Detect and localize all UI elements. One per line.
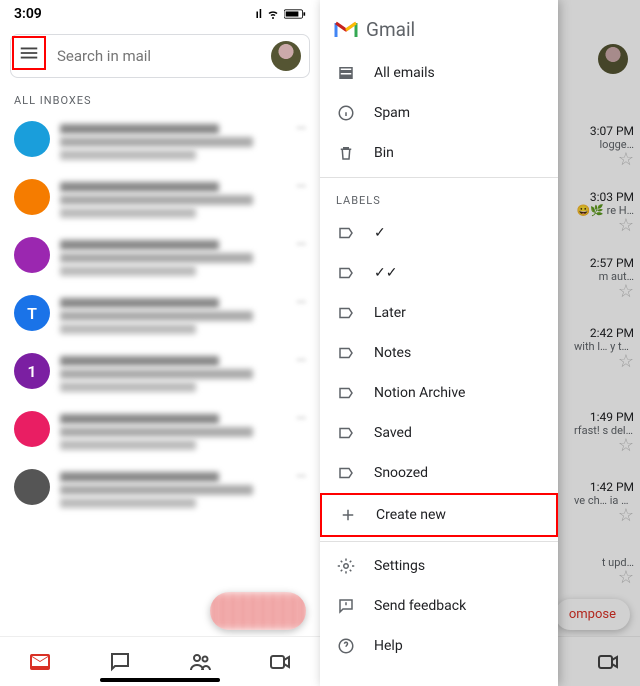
status-indicators: ıl	[256, 7, 306, 21]
drawer-item-label: Saved	[374, 425, 412, 441]
nav-mail-icon[interactable]	[28, 650, 52, 674]
gmail-logo-icon	[334, 21, 358, 39]
drawer-item-label: Notion Archive	[374, 385, 465, 401]
sender-avatar: 1	[14, 353, 50, 389]
sender-avatar: T	[14, 295, 50, 331]
drawer-item-label: Settings	[374, 558, 425, 574]
drawer-item-label: Later	[374, 305, 406, 321]
mail-preview	[60, 411, 287, 453]
mail-item[interactable]: ···	[10, 403, 310, 461]
drawer-label-4[interactable]: Notion Archive	[320, 373, 558, 413]
drawer-item-label: Help	[374, 638, 403, 654]
account-avatar[interactable]	[271, 41, 301, 71]
drawer-item-label: All emails	[374, 65, 435, 81]
drawer-label-5[interactable]: Saved	[320, 413, 558, 453]
drawer-footer-2[interactable]: Help	[320, 626, 558, 666]
mail-time: ···	[297, 121, 306, 163]
label-icon	[336, 263, 356, 283]
nav-meet-icon[interactable]	[268, 650, 292, 674]
label-icon	[336, 423, 356, 443]
mail-preview	[60, 295, 287, 337]
phone-inbox: 3:09 ıl ALL INBOXES ···	[0, 0, 320, 686]
drawer-footer-1[interactable]: Send feedback	[320, 586, 558, 626]
label-icon	[336, 223, 356, 243]
mail-item[interactable]: ···	[10, 461, 310, 519]
drawer-item-label: ✓✓	[374, 265, 397, 281]
plus-icon	[338, 505, 358, 525]
nav-rooms-icon[interactable]	[188, 650, 212, 674]
search-bar-wrap	[0, 28, 320, 84]
mail-item[interactable]: ···	[10, 171, 310, 229]
mail-item[interactable]: T ···	[10, 287, 310, 345]
help-icon	[336, 636, 356, 656]
drawer-item-label: Spam	[374, 105, 410, 121]
mail-preview	[60, 121, 287, 163]
battery-icon	[284, 8, 306, 20]
mail-time: ···	[297, 353, 306, 395]
compose-fab[interactable]	[210, 592, 306, 630]
signal-icon: ıl	[256, 7, 262, 21]
mail-preview	[60, 353, 287, 395]
hamburger-icon[interactable]	[18, 42, 40, 64]
label-icon	[336, 383, 356, 403]
drawer-footer-0[interactable]: Settings	[320, 546, 558, 586]
mail-item[interactable]: ···	[10, 113, 310, 171]
trash-icon	[336, 143, 356, 163]
drawer-item-label: Bin	[374, 145, 394, 161]
drawer-separator	[320, 541, 558, 542]
drawer-label-1[interactable]: ✓✓	[320, 253, 558, 293]
search-input[interactable]	[57, 47, 261, 65]
mail-time: ···	[297, 469, 306, 511]
section-all-inboxes: ALL INBOXES	[0, 84, 320, 113]
sender-avatar	[14, 411, 50, 447]
labels-header: LABELS	[320, 182, 558, 213]
drawer-item-label: Create new	[376, 507, 446, 523]
drawer-header: Gmail	[320, 0, 558, 53]
drawer-item-label: Notes	[374, 345, 411, 361]
wifi-icon	[266, 8, 280, 20]
drawer-primary-0[interactable]: All emails	[320, 53, 558, 93]
mail-time: ···	[297, 295, 306, 337]
drawer-item-label: Send feedback	[374, 598, 466, 614]
mail-time: ···	[297, 179, 306, 221]
label-icon	[336, 463, 356, 483]
label-icon	[336, 303, 356, 323]
drawer-label-6[interactable]: Snoozed	[320, 453, 558, 493]
mail-preview	[60, 237, 287, 279]
status-time: 3:09	[14, 6, 42, 22]
highlight-hamburger	[12, 36, 46, 70]
phone-drawer: 3:07 PM logge… ☆3:03 PM 😀🌿 re H… ☆2:57 P…	[320, 0, 640, 686]
info-icon	[336, 103, 356, 123]
mail-item[interactable]: 1 ···	[10, 345, 310, 403]
drawer-separator	[320, 177, 558, 178]
mail-preview	[60, 179, 287, 221]
mail-preview	[60, 469, 287, 511]
nav-chat-icon[interactable]	[108, 650, 132, 674]
sender-avatar	[14, 237, 50, 273]
drawer-create-new[interactable]: Create new	[320, 493, 558, 537]
feedback-icon	[336, 596, 356, 616]
drawer-label-2[interactable]: Later	[320, 293, 558, 333]
drawer-label-3[interactable]: Notes	[320, 333, 558, 373]
drawer-label-0[interactable]: ✓	[320, 213, 558, 253]
stack-icon	[336, 63, 356, 83]
status-bar: 3:09 ıl	[0, 0, 320, 28]
mail-time: ···	[297, 237, 306, 279]
drawer-brand: Gmail	[366, 18, 415, 41]
sender-avatar	[14, 469, 50, 505]
gear-icon	[336, 556, 356, 576]
sender-avatar	[14, 179, 50, 215]
home-indicator	[100, 678, 220, 682]
label-icon	[336, 343, 356, 363]
drawer-primary-1[interactable]: Spam	[320, 93, 558, 133]
mail-list[interactable]: ··· ··· ··· T ··· 1 ···	[0, 113, 320, 519]
search-bar[interactable]	[10, 34, 310, 78]
mail-time: ···	[297, 411, 306, 453]
mail-item[interactable]: ···	[10, 229, 310, 287]
nav-drawer: Gmail All emails Spam Bin LABELS ✓ ✓✓ La…	[320, 0, 558, 686]
drawer-item-label: ✓	[374, 225, 386, 241]
sender-avatar	[14, 121, 50, 157]
drawer-primary-2[interactable]: Bin	[320, 133, 558, 173]
drawer-item-label: Snoozed	[374, 465, 428, 481]
